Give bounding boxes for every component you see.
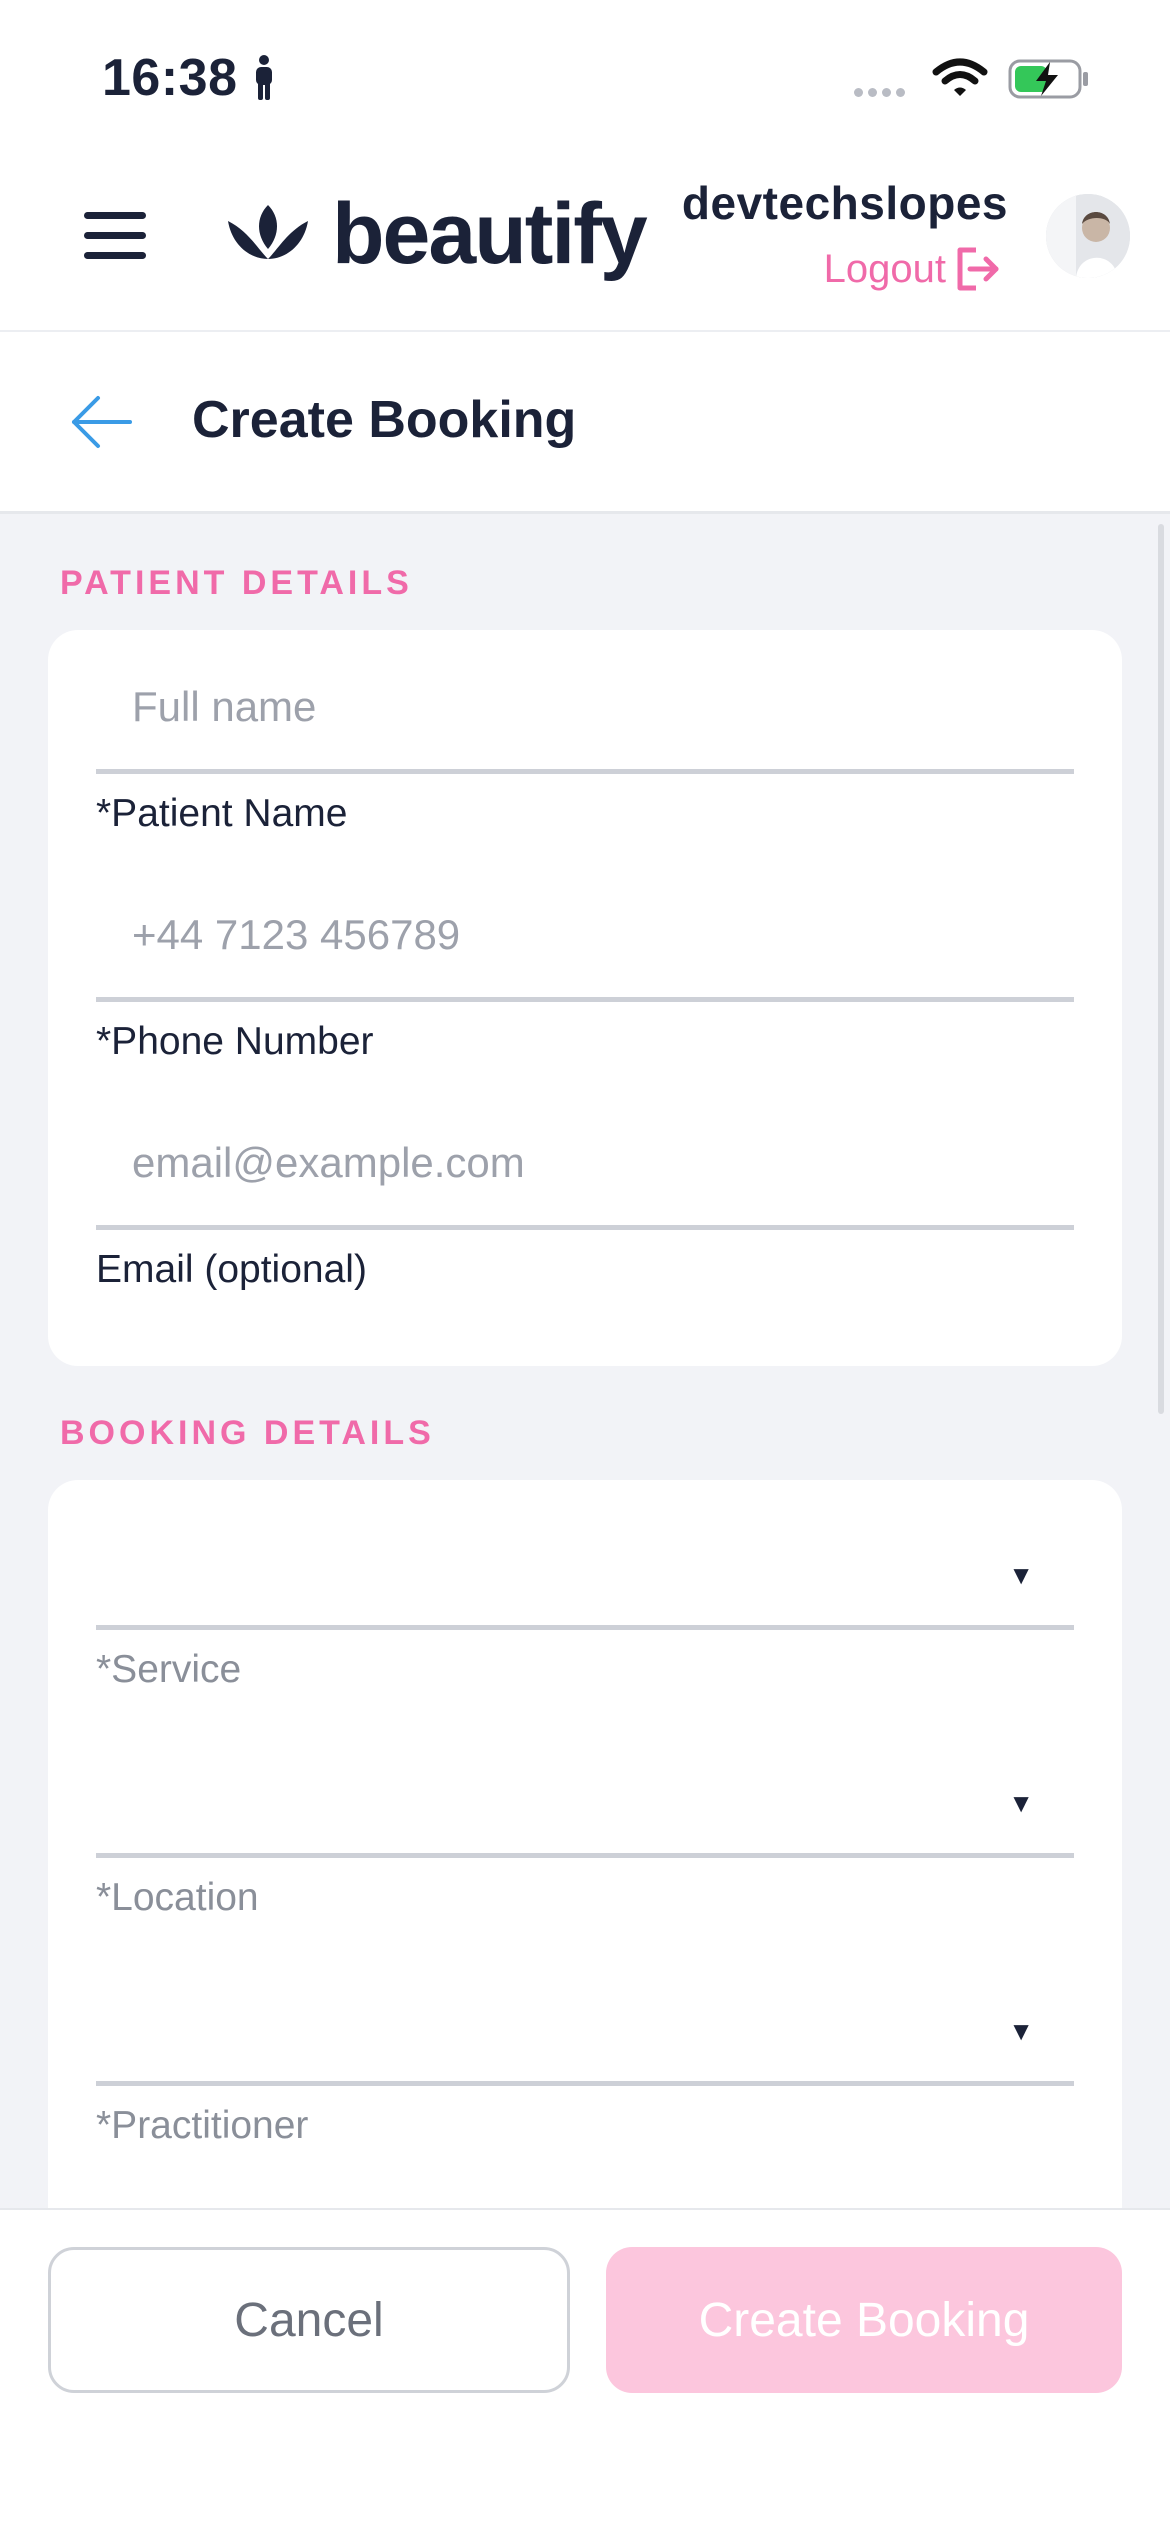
booking-details-card: ▼ *Service ▼ *Location ▼ *Practitioner	[48, 1480, 1122, 2208]
scrollbar[interactable]	[1158, 524, 1164, 1414]
logout-button[interactable]: Logout	[824, 244, 1002, 294]
chevron-down-icon: ▼	[1008, 1560, 1034, 1590]
patient-name-field: Full name *Patient Name	[96, 644, 1074, 836]
patient-details-card: Full name *Patient Name +44 7123 456789 …	[48, 630, 1122, 1366]
service-label: *Service	[96, 1648, 242, 1691]
menu-icon[interactable]	[84, 212, 146, 260]
service-field: ▼ *Service	[96, 1500, 1074, 1692]
create-booking-button[interactable]: Create Booking	[606, 2247, 1122, 2393]
status-time: 16:38	[102, 49, 238, 107]
logout-label: Logout	[823, 246, 946, 291]
patient-name-input[interactable]: Full name	[96, 644, 1074, 774]
cancel-button[interactable]: Cancel	[48, 2247, 570, 2393]
brand-logo[interactable]: beautify	[224, 184, 648, 284]
practitioner-field: ▼ *Practitioner	[96, 1956, 1074, 2148]
patient-details-heading: PATIENT DETAILS	[60, 564, 413, 602]
chevron-down-icon: ▼	[1008, 2016, 1034, 2046]
form-footer: Cancel Create Booking	[0, 2208, 1170, 2532]
booking-form: PATIENT DETAILS Full name *Patient Name …	[0, 514, 1170, 2208]
practitioner-label: *Practitioner	[96, 2104, 309, 2147]
signal-dots-icon	[854, 84, 910, 102]
logout-icon	[957, 247, 999, 291]
back-arrow-icon[interactable]	[68, 394, 134, 450]
avatar[interactable]	[1046, 194, 1130, 278]
page-title-bar: Create Booking	[0, 332, 1170, 514]
email-input[interactable]: email@example.com	[96, 1100, 1074, 1230]
email-label: Email (optional)	[96, 1248, 367, 1291]
phone-number-field: +44 7123 456789 *Phone Number	[96, 872, 1074, 1064]
page-title: Create Booking	[192, 391, 577, 449]
user-name: devtechslopes	[681, 177, 1008, 229]
battery-charging-icon	[1008, 59, 1088, 99]
lotus-logo-icon	[228, 205, 308, 259]
brand-name: beautify	[332, 186, 648, 282]
avatar-image	[1046, 194, 1130, 278]
location-label: *Location	[96, 1876, 259, 1919]
app-header: beautify devtechslopes Logout	[0, 150, 1170, 332]
phone-number-input[interactable]: +44 7123 456789	[96, 872, 1074, 1002]
phone-number-label: *Phone Number	[96, 1020, 374, 1063]
location-field: ▼ *Location	[96, 1728, 1074, 1920]
status-bar: 16:38	[0, 0, 1170, 150]
wifi-icon	[932, 58, 988, 96]
chevron-down-icon: ▼	[1008, 1788, 1034, 1818]
patient-name-label: *Patient Name	[96, 792, 348, 835]
service-select[interactable]: ▼	[96, 1500, 1074, 1630]
person-icon	[256, 55, 272, 100]
location-select[interactable]: ▼	[96, 1728, 1074, 1858]
email-field: email@example.com Email (optional)	[96, 1100, 1074, 1292]
practitioner-select[interactable]: ▼	[96, 1956, 1074, 2086]
booking-details-heading: BOOKING DETAILS	[60, 1414, 435, 1452]
